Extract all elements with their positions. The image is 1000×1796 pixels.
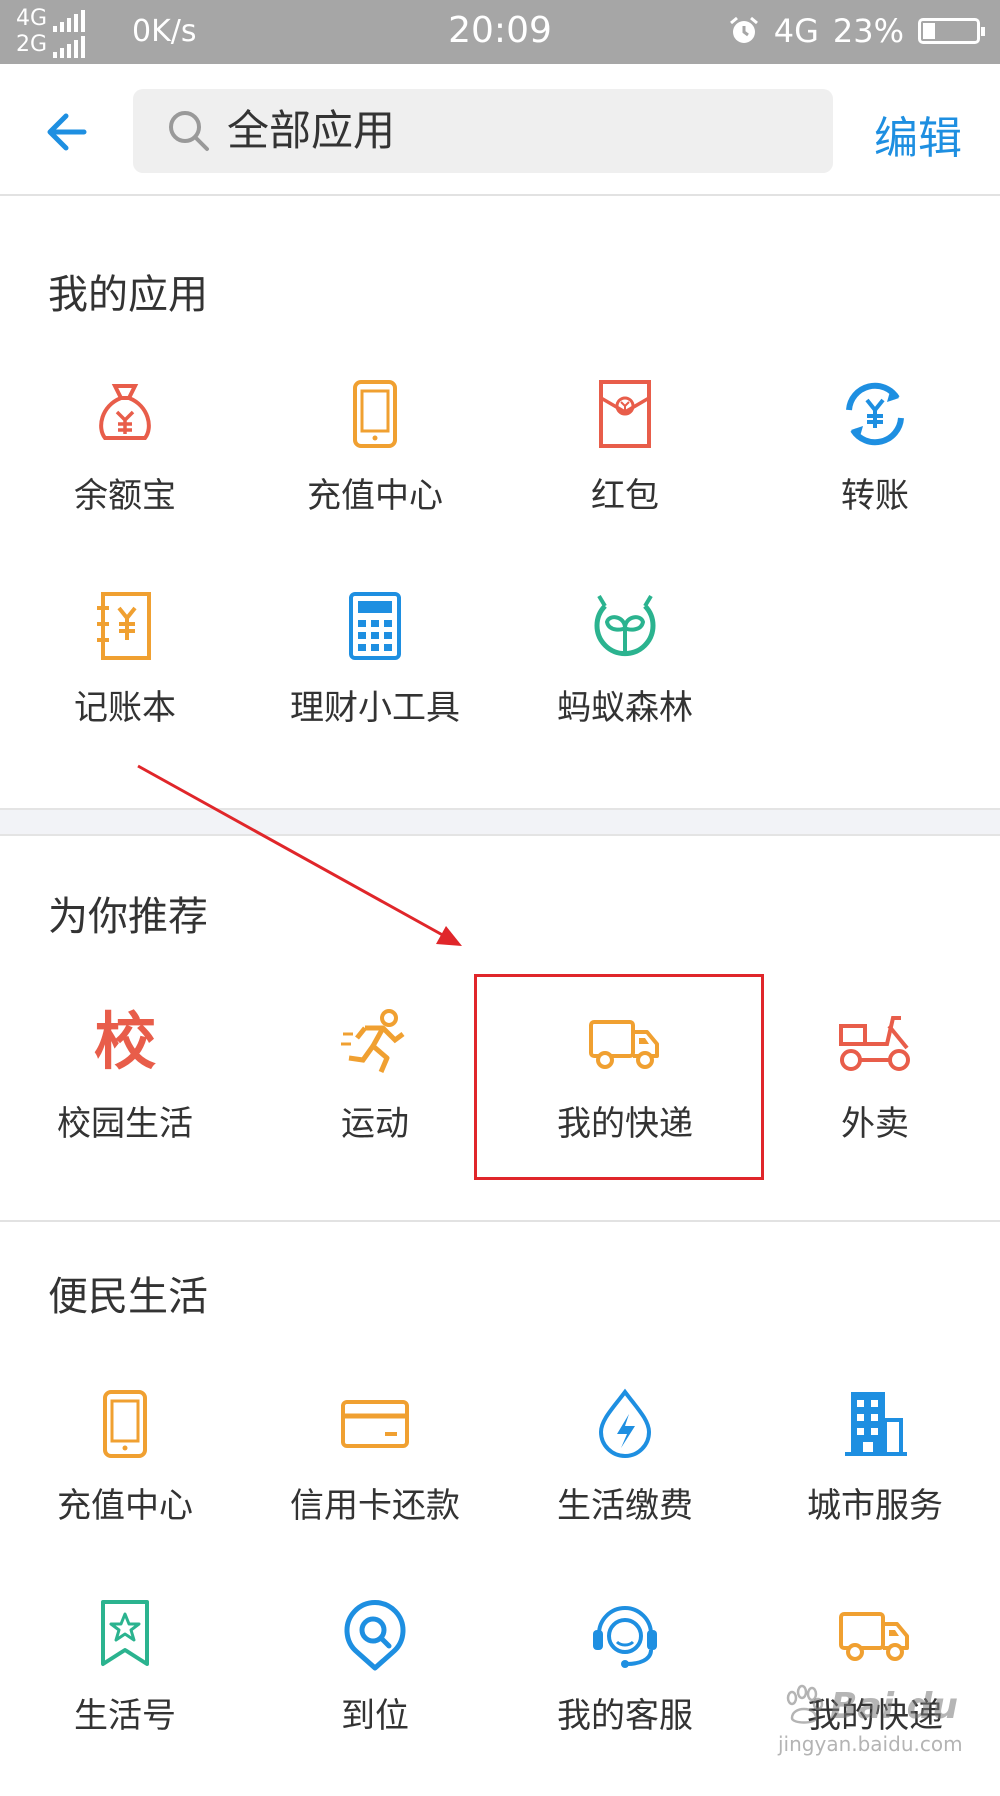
truck-icon: [837, 1596, 913, 1672]
money-bag-icon: [87, 376, 163, 452]
bookmark-star-icon: [87, 1596, 163, 1672]
battery-level: [923, 23, 935, 39]
app-topup-center[interactable]: 充值中心: [250, 376, 500, 576]
customer-service-icon: [587, 1596, 663, 1672]
phone-icon: [337, 376, 413, 452]
app-label: 红包: [591, 476, 659, 516]
app-label: 蚂蚁森林: [557, 688, 693, 728]
edit-button[interactable]: 编辑: [874, 102, 962, 166]
phone-icon: [87, 1386, 163, 1462]
paw-logo-icon: [786, 1684, 824, 1724]
runner-icon: [337, 1004, 413, 1080]
status-bar: 4G 2G 0K/s 20:09 4G 23%: [0, 0, 1000, 64]
app-label: 充值中心: [307, 476, 443, 516]
app-label: 生活缴费: [557, 1486, 693, 1526]
credit-card-icon: [337, 1386, 413, 1462]
ledger-icon: [87, 588, 163, 664]
watermark-site: jingyan.baidu.com: [778, 1732, 963, 1756]
app-topup-center[interactable]: 充值中心: [0, 1386, 250, 1586]
app-sports[interactable]: 运动: [250, 1004, 500, 1204]
app-label: 校园生活: [57, 1104, 193, 1144]
network-type: 4G: [773, 12, 819, 50]
app-finance-tools[interactable]: 理财小工具: [250, 588, 500, 788]
search-placeholder: 全部应用: [227, 106, 396, 155]
baidu-watermark: Bai du jingyan.baidu.com: [768, 1676, 988, 1756]
app-label: 城市服务: [807, 1486, 943, 1526]
section-title: 我的应用: [48, 272, 208, 318]
status-right: 4G 23%: [728, 12, 985, 50]
app-label: 信用卡还款: [290, 1486, 460, 1526]
campus-glyph: 校: [93, 1005, 156, 1078]
battery-percent: 23%: [832, 12, 904, 50]
app-transfer[interactable]: 转账: [750, 376, 1000, 576]
utility-drop-icon: [587, 1386, 663, 1462]
app-label: 转账: [841, 476, 909, 516]
watermark-brand: Bai du: [830, 1686, 959, 1727]
app-ledger[interactable]: 记账本: [0, 588, 250, 788]
app-label: 记账本: [74, 688, 176, 728]
app-daowei[interactable]: 到位: [250, 1596, 500, 1796]
app-customer-service[interactable]: 我的客服: [500, 1596, 750, 1796]
app-city-services[interactable]: 城市服务: [750, 1386, 1000, 1586]
app-campus-life[interactable]: 校 校园生活: [0, 1004, 250, 1204]
section-title: 为你推荐: [48, 894, 208, 940]
search-input[interactable]: 全部应用: [133, 89, 833, 173]
calculator-icon: [337, 588, 413, 664]
app-credit-card-repay[interactable]: 信用卡还款: [250, 1386, 500, 1586]
scooter-icon: [837, 1004, 913, 1080]
highlight-box: [474, 974, 764, 1180]
app-utility-bills[interactable]: 生活缴费: [500, 1386, 750, 1586]
red-envelope-icon: [587, 376, 663, 452]
search-icon: [169, 111, 209, 151]
app-header: 全部应用 编辑: [0, 64, 1000, 196]
app-label: 余额宝: [74, 476, 176, 516]
app-ant-forest[interactable]: 蚂蚁森林: [500, 588, 750, 788]
app-takeout[interactable]: 外卖: [750, 1004, 1000, 1204]
app-label: 充值中心: [57, 1486, 193, 1526]
app-label: 外卖: [841, 1104, 909, 1144]
location-search-icon: [337, 1596, 413, 1672]
app-label: 我的客服: [557, 1696, 693, 1736]
app-label: 到位: [341, 1696, 409, 1736]
app-life-account[interactable]: 生活号: [0, 1596, 250, 1796]
battery-icon: [918, 18, 985, 44]
app-label: 运动: [341, 1104, 409, 1144]
transfer-icon: [837, 376, 913, 452]
campus-icon: 校: [87, 1004, 163, 1080]
app-yuebao[interactable]: 余额宝: [0, 376, 250, 576]
back-arrow-icon[interactable]: [40, 104, 96, 160]
section-gap: [0, 808, 1000, 836]
sprout-icon: [587, 588, 663, 664]
alarm-icon: [729, 16, 758, 43]
section-title: 便民生活: [48, 1274, 208, 1320]
my-apps-section: 我的应用 余额宝 充值中心 红包 转账 记账本 理财小工具 蚂蚁森林: [0, 198, 1000, 808]
app-label: 生活号: [74, 1696, 176, 1736]
building-icon: [837, 1386, 913, 1462]
app-label: 理财小工具: [290, 688, 460, 728]
app-red-envelope[interactable]: 红包: [500, 376, 750, 576]
